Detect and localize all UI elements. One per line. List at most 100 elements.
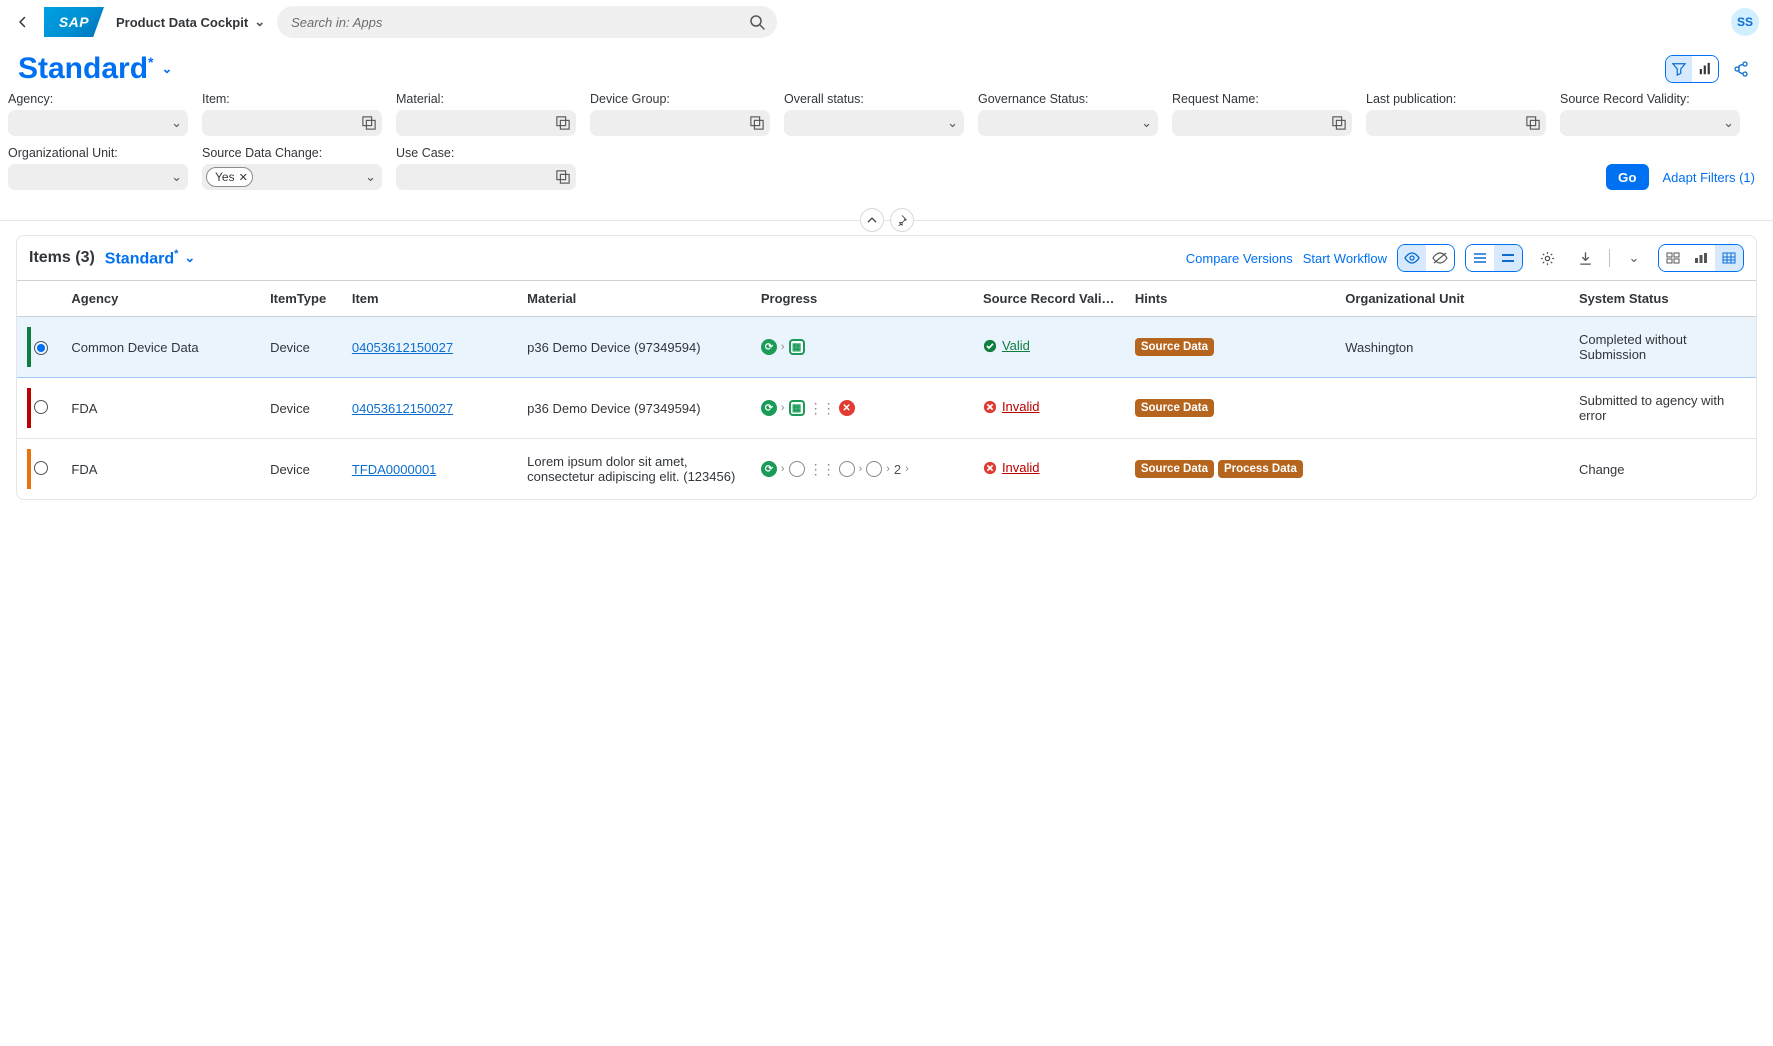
hint-badge: Process Data xyxy=(1218,460,1303,478)
adapt-filters-link[interactable]: Adapt Filters (1) xyxy=(1663,170,1755,185)
table-row[interactable]: FDA Device TFDA0000001 Lorem ipsum dolor… xyxy=(17,439,1756,500)
view-toggle-chart[interactable] xyxy=(1692,56,1718,82)
share-icon xyxy=(1733,61,1749,77)
shell-header: SAP Product Data Cockpit ⌄ Search in: Ap… xyxy=(0,0,1773,44)
col-hints[interactable]: Hints xyxy=(1125,281,1335,317)
filter-governance-status[interactable]: ⌄ xyxy=(978,110,1158,136)
filter-agency[interactable]: ⌄ xyxy=(8,110,188,136)
progress-count: 2 xyxy=(894,462,901,477)
token-remove-icon[interactable]: ✕ xyxy=(239,171,248,184)
compare-versions-link[interactable]: Compare Versions xyxy=(1186,251,1293,266)
table-icon xyxy=(1722,252,1736,264)
filter-organizational-unit[interactable]: ⌄ xyxy=(8,164,188,190)
item-link[interactable]: 04053612150027 xyxy=(352,340,453,355)
value-help-icon[interactable] xyxy=(556,116,570,130)
validity-valid[interactable]: Valid xyxy=(983,338,1030,353)
row-radio[interactable] xyxy=(34,341,48,355)
view-toggle-filter[interactable] xyxy=(1666,56,1692,82)
row-radio[interactable] xyxy=(34,461,48,475)
layout-table[interactable] xyxy=(1715,245,1743,271)
row-radio[interactable] xyxy=(34,400,48,414)
value-help-icon[interactable] xyxy=(1526,116,1540,130)
density-toggle xyxy=(1465,244,1523,272)
filter-device-group[interactable] xyxy=(590,110,770,136)
density-cozy[interactable] xyxy=(1494,245,1522,271)
cell-material: p36 Demo Device (97349594) xyxy=(517,378,751,439)
table-variant-selector[interactable]: Standard* ⌄ xyxy=(105,248,196,268)
filter-label-request-name: Request Name: xyxy=(1172,92,1352,106)
show-button[interactable] xyxy=(1398,245,1426,271)
col-item[interactable]: Item xyxy=(342,281,517,317)
page-header: Standard* ⌄ xyxy=(0,44,1773,92)
table-toolbar: Items (3) Standard* ⌄ Compare Versions S… xyxy=(17,236,1756,280)
filter-label-source-record-validity: Source Record Validity: xyxy=(1560,92,1740,106)
filter-label-item: Item: xyxy=(202,92,382,106)
hint-badge: Source Data xyxy=(1135,399,1214,417)
share-button[interactable] xyxy=(1727,55,1755,83)
export-menu-button[interactable]: ⌄ xyxy=(1620,245,1648,271)
cards-icon xyxy=(1666,252,1680,264)
cell-validity: Invalid xyxy=(973,439,1125,500)
validity-invalid[interactable]: Invalid xyxy=(983,460,1040,475)
filter-label-overall-status: Overall status: xyxy=(784,92,964,106)
col-agency[interactable]: Agency xyxy=(61,281,260,317)
layout-chart[interactable] xyxy=(1687,245,1715,271)
value-help-icon[interactable] xyxy=(556,170,570,184)
filter-material[interactable] xyxy=(396,110,576,136)
item-link[interactable]: 04053612150027 xyxy=(352,401,453,416)
chevron-down-icon: ⌄ xyxy=(947,115,958,131)
filter-request-name[interactable] xyxy=(1172,110,1352,136)
table-row[interactable]: FDA Device 04053612150027 p36 Demo Devic… xyxy=(17,378,1756,439)
row-indicator xyxy=(17,317,24,378)
filter-source-data-change[interactable]: Yes✕ ⌄ xyxy=(202,164,382,190)
collapse-header-button[interactable] xyxy=(860,208,884,232)
filter-use-case[interactable] xyxy=(396,164,576,190)
col-srv[interactable]: Source Record Vali… xyxy=(973,281,1125,317)
col-material[interactable]: Material xyxy=(517,281,751,317)
filter-item[interactable] xyxy=(202,110,382,136)
filter-bar: Agency: ⌄ Item: Material: Device Group: … xyxy=(0,92,1773,198)
pin-header-button[interactable] xyxy=(890,208,914,232)
step-form-icon: ▦ xyxy=(789,339,805,355)
x-circle-icon xyxy=(983,400,997,414)
col-itemtype[interactable]: ItemType xyxy=(260,281,342,317)
start-workflow-link[interactable]: Start Workflow xyxy=(1303,251,1387,266)
step-error-icon: ✕ xyxy=(839,400,855,416)
table-row[interactable]: Common Device Data Device 04053612150027… xyxy=(17,317,1756,378)
validity-invalid[interactable]: Invalid xyxy=(983,399,1040,414)
table-header-row: Agency ItemType Item Material Progress S… xyxy=(17,281,1756,317)
filter-label-material: Material: xyxy=(396,92,576,106)
shell-search[interactable]: Search in: Apps xyxy=(277,6,777,38)
value-help-icon[interactable] xyxy=(362,116,376,130)
filter-source-record-validity[interactable]: ⌄ xyxy=(1560,110,1740,136)
filter-overall-status[interactable]: ⌄ xyxy=(784,110,964,136)
go-button[interactable]: Go xyxy=(1606,164,1649,190)
cell-hints: Source DataProcess Data xyxy=(1125,439,1335,500)
app-title-dropdown[interactable]: Product Data Cockpit ⌄ xyxy=(116,14,265,30)
layout-cards[interactable] xyxy=(1659,245,1687,271)
cell-progress: ⟳› ⋮⋮ › › 2› xyxy=(751,439,973,500)
cell-itemtype: Device xyxy=(260,378,342,439)
col-sys[interactable]: System Status xyxy=(1569,281,1756,317)
filter-label-last-publication: Last publication: xyxy=(1366,92,1546,106)
hide-button[interactable] xyxy=(1426,245,1454,271)
item-link[interactable]: TFDA0000001 xyxy=(352,462,437,477)
col-progress[interactable]: Progress xyxy=(751,281,973,317)
value-help-icon[interactable] xyxy=(750,116,764,130)
cell-itemtype: Device xyxy=(260,439,342,500)
back-button[interactable] xyxy=(14,13,32,31)
filter-token-yes[interactable]: Yes✕ xyxy=(206,167,253,187)
cell-sys: Submitted to agency with error xyxy=(1569,378,1756,439)
table-settings-button[interactable] xyxy=(1533,245,1561,271)
user-avatar[interactable]: SS xyxy=(1731,8,1759,36)
value-help-icon[interactable] xyxy=(1332,116,1346,130)
cell-agency: Common Device Data xyxy=(61,317,260,378)
filter-last-publication[interactable] xyxy=(1366,110,1546,136)
export-button[interactable] xyxy=(1571,245,1599,271)
layout-toggle xyxy=(1658,244,1744,272)
filter-label-governance-status: Governance Status: xyxy=(978,92,1158,106)
col-org[interactable]: Organizational Unit xyxy=(1335,281,1569,317)
density-compact[interactable] xyxy=(1466,245,1494,271)
variant-selector[interactable]: Standard* ⌄ xyxy=(18,52,172,86)
filter-label-agency: Agency: xyxy=(8,92,188,106)
